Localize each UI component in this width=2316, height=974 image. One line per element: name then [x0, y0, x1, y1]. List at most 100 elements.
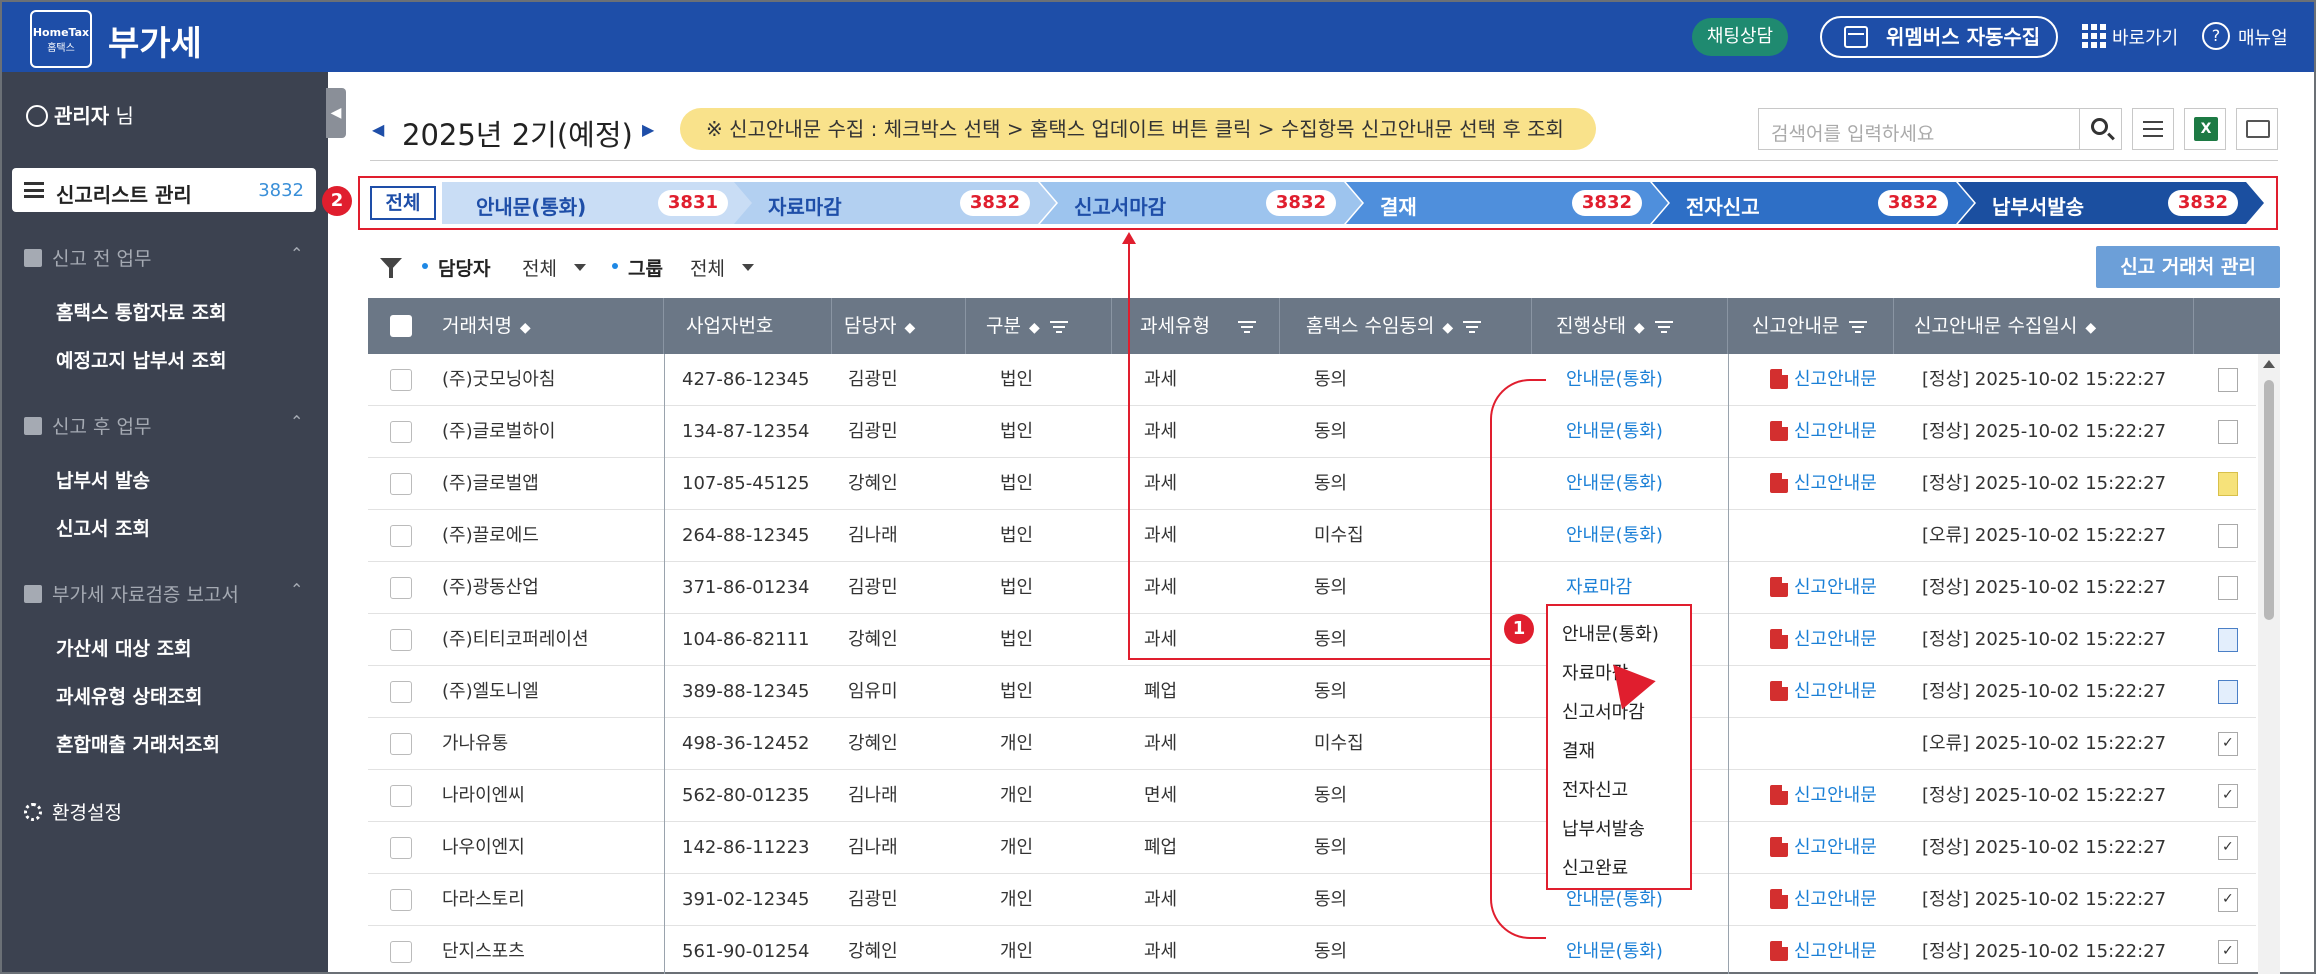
notice-doc-link[interactable]: 신고안내문: [1770, 458, 1877, 510]
pipeline-stage[interactable]: 전자신고 3832: [1652, 182, 1974, 224]
dropdown-option[interactable]: 안내문(통화): [1562, 620, 1659, 646]
row-checkbox[interactable]: [390, 577, 412, 599]
status-link[interactable]: 안내문(통화): [1566, 354, 1663, 406]
sidebar-item-send-bill[interactable]: 납부서 발송: [56, 466, 150, 493]
col-manager[interactable]: 담당자 ◆: [832, 298, 966, 354]
notice-doc-link[interactable]: 신고안내문: [1770, 770, 1877, 822]
sort-icon[interactable]: ◆: [2085, 320, 2096, 336]
col-type[interactable]: 구분 ◆: [966, 298, 1112, 354]
document-icon[interactable]: [2218, 524, 2238, 548]
notice-doc-link[interactable]: 신고안내문: [1770, 822, 1877, 874]
document-icon[interactable]: [2218, 368, 2238, 392]
col-consent[interactable]: 홈택스 수임동의 ◆: [1280, 298, 1532, 354]
row-checkbox[interactable]: [390, 421, 412, 443]
search-button[interactable]: [2080, 108, 2122, 150]
table-row[interactable]: (주)굿모닝아침 427-86-12345 김광민 법인 과세 동의 안내문(통화) 신고안내…: [368, 354, 2256, 406]
row-checkbox[interactable]: [390, 369, 412, 391]
filter-lines-icon[interactable]: [1237, 320, 1256, 333]
sidebar-collapse-button[interactable]: ◀: [326, 88, 346, 138]
manual-link[interactable]: 매뉴얼: [2238, 24, 2288, 50]
sort-icon[interactable]: ◆: [520, 320, 531, 336]
filter-lines-icon[interactable]: [1049, 320, 1068, 333]
status-link[interactable]: 안내문(통화): [1566, 510, 1663, 562]
pipeline-all-button[interactable]: 전체: [370, 186, 436, 220]
chevron-down-icon[interactable]: [574, 264, 586, 271]
chevron-down-icon[interactable]: [742, 264, 754, 271]
table-row[interactable]: 나라이엔씨 562-80-01235 김나래 개인 면세 동의 신고안내문 [정상] 2025…: [368, 770, 2256, 822]
group-filter-select[interactable]: 전체: [690, 254, 725, 281]
table-row[interactable]: (주)엘도니엘 389-88-12345 임유미 법인 폐업 동의 신고안내문 [정상] 20…: [368, 666, 2256, 718]
sort-icon[interactable]: ◆: [1029, 320, 1040, 336]
sidebar-section-verification[interactable]: 부가세 자료검증 보고서 ⌃: [24, 580, 303, 607]
row-checkbox[interactable]: [390, 629, 412, 651]
sidebar-section-pre-report[interactable]: 신고 전 업무 ⌃: [24, 244, 303, 271]
col-name[interactable]: 거래처명 ◆: [368, 298, 664, 354]
filter-lines-icon[interactable]: [1654, 320, 1673, 333]
table-row[interactable]: 단지스포츠 561-90-01254 강혜인 개인 과세 동의 안내문(통화) 신고안내문 [정…: [368, 926, 2256, 974]
dropdown-option[interactable]: 신고서마감: [1562, 698, 1645, 724]
table-row[interactable]: (주)글로벌앱 107-85-45125 강혜인 법인 과세 동의 안내문(통화) 신고안내문…: [368, 458, 2256, 510]
sort-icon[interactable]: ◆: [1442, 320, 1453, 336]
scroll-up-icon[interactable]: [2263, 360, 2275, 368]
col-notice-doc[interactable]: 신고안내문: [1728, 298, 1894, 354]
sidebar-item-report-list[interactable]: 신고리스트 관리 3832: [12, 168, 316, 212]
dropdown-option[interactable]: 전자신고: [1562, 776, 1628, 802]
list-view-button[interactable]: [2132, 108, 2174, 150]
notice-doc-link[interactable]: 신고안내문: [1770, 562, 1877, 614]
document-icon[interactable]: [2218, 680, 2238, 704]
next-period-icon[interactable]: ▶: [642, 120, 654, 139]
pipeline-stage[interactable]: 안내문(통화) 3831: [442, 182, 754, 224]
sidebar-item-mixed-sales[interactable]: 혼합매출 거래처조회: [56, 730, 220, 757]
table-row[interactable]: 가나유통 498-36-12452 강혜인 개인 과세 미수집 [오류] 2025-10-0…: [368, 718, 2256, 770]
table-row[interactable]: (주)광동산업 371-86-01234 김광민 법인 과세 동의 자료마감 신고안내문 [정상…: [368, 562, 2256, 614]
table-row[interactable]: 나우이엔지 142-86-11223 김나래 개인 폐업 동의 신고안내문 [정상] 2025…: [368, 822, 2256, 874]
manage-clients-button[interactable]: 신고 거래처 관리: [2096, 246, 2280, 288]
row-checkbox[interactable]: [390, 525, 412, 547]
notice-doc-link[interactable]: 신고안내문: [1770, 874, 1877, 926]
row-checkbox[interactable]: [390, 785, 412, 807]
sort-icon[interactable]: ◆: [1634, 320, 1645, 336]
manager-filter-select[interactable]: 전체: [522, 254, 557, 281]
sidebar-item-hometax-data[interactable]: 홈택스 통합자료 조회: [56, 298, 227, 325]
row-checkbox[interactable]: [390, 473, 412, 495]
sidebar-section-post-report[interactable]: 신고 후 업무 ⌃: [24, 412, 303, 439]
row-checkbox[interactable]: [390, 733, 412, 755]
sidebar-item-settings[interactable]: 환경설정: [24, 798, 122, 825]
row-checkbox[interactable]: [390, 889, 412, 911]
col-collected-at[interactable]: 신고안내문 수집일시 ◆: [1894, 298, 2194, 354]
prev-period-icon[interactable]: ◀: [372, 120, 384, 139]
status-link[interactable]: 안내문(통화): [1566, 406, 1663, 458]
search-input[interactable]: 검색어를 입력하세요: [1758, 108, 2080, 150]
notice-doc-link[interactable]: 신고안내문: [1770, 354, 1877, 406]
pipeline-stage[interactable]: 결재 3832: [1346, 182, 1668, 224]
dropdown-option[interactable]: 납부서발송: [1562, 815, 1645, 841]
excel-button[interactable]: X: [2184, 108, 2226, 150]
scroll-thumb[interactable]: [2264, 380, 2274, 620]
pipeline-stage[interactable]: 신고서마감 3832: [1040, 182, 1362, 224]
dropdown-option[interactable]: 결재: [1562, 737, 1595, 763]
row-checkbox[interactable]: [390, 941, 412, 963]
notice-doc-link[interactable]: 신고안내문: [1770, 614, 1877, 666]
wemembers-auto-collect-button[interactable]: 위멤버스 자동수집: [1820, 16, 2058, 58]
sidebar-item-report-view[interactable]: 신고서 조회: [56, 514, 150, 541]
filter-icon[interactable]: [380, 258, 402, 278]
document-icon[interactable]: [2218, 836, 2238, 860]
filter-lines-icon[interactable]: [1463, 320, 1482, 333]
folder-button[interactable]: [2236, 108, 2278, 150]
pipeline-stage[interactable]: 납부서발송 3832: [1958, 182, 2264, 224]
sidebar-item-prepay-notice[interactable]: 예정고지 납부서 조회: [56, 346, 227, 373]
table-row[interactable]: 다라스토리 391-02-12345 김광민 개인 과세 동의 안내문(통화) 신고안내문 [정…: [368, 874, 2256, 926]
filter-lines-icon[interactable]: [1849, 320, 1868, 333]
notice-doc-link[interactable]: 신고안내문: [1770, 666, 1877, 718]
document-icon[interactable]: [2218, 628, 2238, 652]
document-icon[interactable]: [2218, 420, 2238, 444]
notice-doc-link[interactable]: 신고안내문: [1770, 406, 1877, 458]
col-tax-type[interactable]: 과세유형: [1112, 298, 1280, 354]
chat-consult-button[interactable]: 채팅상담: [1692, 18, 1788, 56]
document-icon[interactable]: [2218, 732, 2238, 756]
sidebar-item-tax-type[interactable]: 과세유형 상태조회: [56, 682, 202, 709]
dropdown-option[interactable]: 신고완료: [1562, 854, 1628, 880]
table-row[interactable]: (주)글로벌하이 134-87-12354 김광민 법인 과세 동의 안내문(통화) 신고안내…: [368, 406, 2256, 458]
status-link[interactable]: 안내문(통화): [1566, 926, 1663, 974]
status-link[interactable]: 안내문(통화): [1566, 458, 1663, 510]
